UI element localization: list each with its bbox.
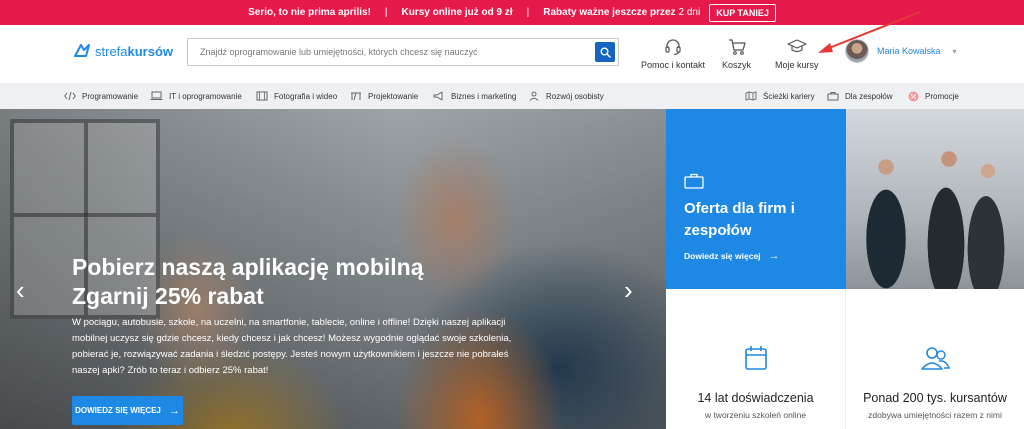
carousel-next-button[interactable]: › [624,277,633,303]
nav-label: Biznes i marketing [451,91,517,101]
nav-label: Ścieżki kariery [763,91,815,101]
arrow-right-icon: → [768,250,780,262]
nav-label: Promocje [925,91,959,101]
carousel-prev-button[interactable]: ‹ [16,277,25,303]
promo-separator: | [526,7,530,18]
business-offer-title: Oferta dla firm i zespołów [684,200,795,239]
promo-item-april: Serio, to nie prima aprilis! [248,7,371,18]
user-menu[interactable]: Maria Kowalska ▾ [845,39,957,63]
hero-button-label: DOWIEDZ SIĘ WIĘCEJ [75,406,161,415]
business-link-label: Dowiedz się więcej [684,251,761,261]
business-learn-more-link[interactable]: Dowiedz się więcej → [684,250,780,262]
headset-icon [665,39,681,56]
help-contact-label: Pomoc i kontakt [641,60,706,70]
cart-link[interactable]: Koszyk [722,38,751,70]
hero-title-line1: Pobierz naszą aplikację mobilną [72,254,424,280]
megaphone-icon [433,91,443,101]
search-button[interactable] [595,42,615,62]
stat-value: 14 lat doświadczenia [697,391,814,405]
buy-cheaper-button[interactable]: KUP TANIEJ [709,3,776,22]
promo-item-discount: Rabaty ważne jeszcze przez [543,7,676,18]
search-icon [600,47,611,58]
briefcase-icon [827,92,839,101]
nav-label: Rozwój osobisty [546,91,604,101]
help-contact-link[interactable]: Pomoc i kontakt [641,38,705,70]
stat-value: Ponad 200 tys. kursantów [863,391,1007,405]
percent-icon [908,91,919,101]
person-icon [529,91,539,101]
my-courses-link[interactable]: Moje kursy [775,38,819,70]
search-box [187,38,619,66]
site-header: strefakursów Pomoc i kontakt Koszyk [0,25,1024,83]
nav-item-for-teams[interactable]: Dla zespołów [827,83,893,109]
promo-bar: Serio, to nie prima aprilis! | Kursy onl… [0,0,1024,25]
chevron-down-icon: ▾ [952,46,957,56]
stat-experience: 14 lat doświadczenia w tworzeniu szkoleń… [666,289,846,429]
search-input[interactable] [188,39,588,65]
user-name: Maria Kowalska [877,46,941,56]
nav-item-it[interactable]: IT i oprogramowanie [150,83,242,109]
nav-label: Dla zespołów [845,91,893,101]
business-offer-card[interactable]: Oferta dla firm i zespołów Dowiedz się w… [666,109,846,289]
nav-label: Programowanie [82,91,139,101]
hero-description: W pociągu, autobusie, szkole, na uczelni… [72,317,512,376]
nav-label: Fotografia i wideo [274,91,338,101]
nav-item-business[interactable]: Biznes i marketing [433,83,516,109]
category-nav: Programowanie IT i oprogramowanie Fotogr… [0,83,1024,109]
laptop-icon [150,91,163,100]
promo-item-price: Kursy online już od 9 zł [401,7,513,18]
nav-item-personal-growth[interactable]: Rozwój osobisty [528,83,604,109]
promo-item-days: 2 dni [678,7,701,18]
graduation-cap-icon [787,39,807,53]
nav-item-promotions[interactable]: Promocje [908,83,959,109]
logo-text-part2: kursów [127,43,174,59]
stat-students: Ponad 200 tys. kursantów zdobywa umiejęt… [846,289,1024,429]
nav-item-programming[interactable]: Programowanie [64,83,138,109]
map-icon [745,91,757,101]
hero-learn-more-button[interactable]: DOWIEDZ SIĘ WIĘCEJ → [72,396,183,425]
nav-label: Projektowanie [368,91,419,101]
design-icon [351,92,361,101]
calendar-icon [744,346,767,370]
my-courses-label: Moje kursy [775,60,819,70]
hero-title-line2: Zgarnij 25% rabat [72,283,264,309]
site-logo[interactable]: strefa kursów [72,42,173,60]
promo-separator: | [384,7,388,18]
logo-text-part1: strefa [95,43,128,59]
logo-icon [74,44,90,57]
avatar [845,39,869,63]
nav-item-photo-video[interactable]: Fotografia i wideo [256,83,337,109]
nav-item-design[interactable]: Projektowanie [350,83,418,109]
code-icon [64,91,76,101]
hero-title: Pobierz naszą aplikację mobilną Zgarnij … [72,253,492,311]
nav-label: IT i oprogramowanie [169,91,242,101]
nav-item-career-paths[interactable]: Ścieżki kariery [745,83,815,109]
business-team-photo [846,109,1024,289]
film-icon [256,91,268,101]
cart-icon [728,39,746,55]
hero-banner: Pobierz naszą aplikację mobilną Zgarnij … [0,109,666,429]
arrow-right-icon: → [168,404,180,417]
users-icon [921,347,950,370]
cart-label: Koszyk [722,60,752,70]
stat-description: zdobywa umiejętności razem z nimi [868,410,1002,420]
briefcase-icon [684,173,704,189]
stat-description: w tworzeniu szkoleń online [704,410,807,420]
